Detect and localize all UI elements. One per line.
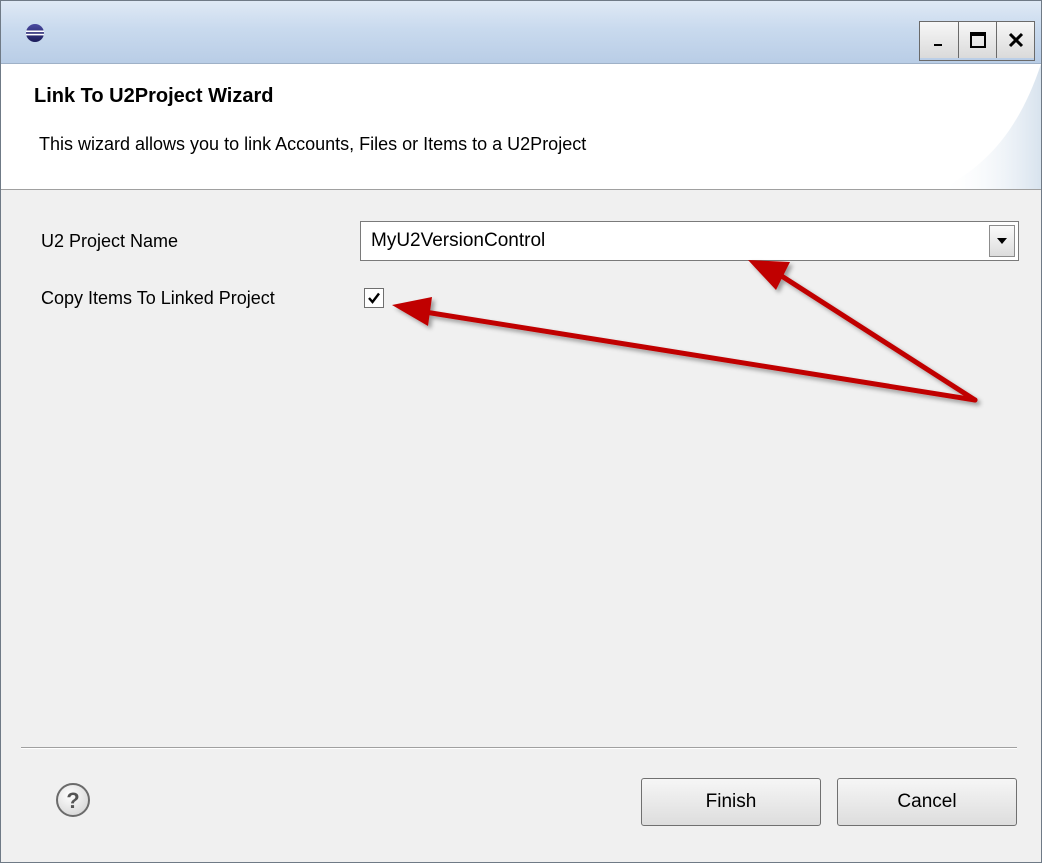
combo-dropdown-button[interactable] <box>989 225 1015 257</box>
copy-items-label: Copy Items To Linked Project <box>41 288 275 308</box>
chevron-down-icon <box>997 238 1007 244</box>
cancel-button[interactable]: Cancel <box>837 778 1017 826</box>
wizard-dialog: Link To U2Project Wizard This wizard all… <box>0 0 1042 863</box>
footer-separator <box>21 747 1017 749</box>
wizard-description: This wizard allows you to link Accounts,… <box>39 134 587 154</box>
close-button[interactable] <box>996 22 1034 58</box>
checkmark-icon <box>368 292 380 304</box>
minimize-icon <box>934 44 942 46</box>
minimize-button[interactable] <box>920 22 958 58</box>
help-icon[interactable]: ? <box>55 782 91 818</box>
project-name-value: MyU2VersionControl <box>371 230 546 251</box>
eclipse-icon <box>26 24 44 42</box>
header-decoration <box>941 64 1041 189</box>
close-icon <box>1008 32 1023 48</box>
copy-items-checkbox[interactable] <box>364 288 384 308</box>
wizard-header <box>1 64 1041 190</box>
project-name-combo[interactable]: MyU2VersionControl <box>360 221 1019 261</box>
maximize-button[interactable] <box>958 22 996 58</box>
svg-text:?: ? <box>66 788 79 813</box>
wizard-title: Link To U2Project Wizard <box>34 85 274 107</box>
project-name-label: U2 Project Name <box>41 231 179 251</box>
title-bar[interactable] <box>1 1 1041 64</box>
window-controls <box>919 21 1035 61</box>
finish-button[interactable]: Finish <box>641 778 821 826</box>
maximize-icon <box>969 32 986 48</box>
